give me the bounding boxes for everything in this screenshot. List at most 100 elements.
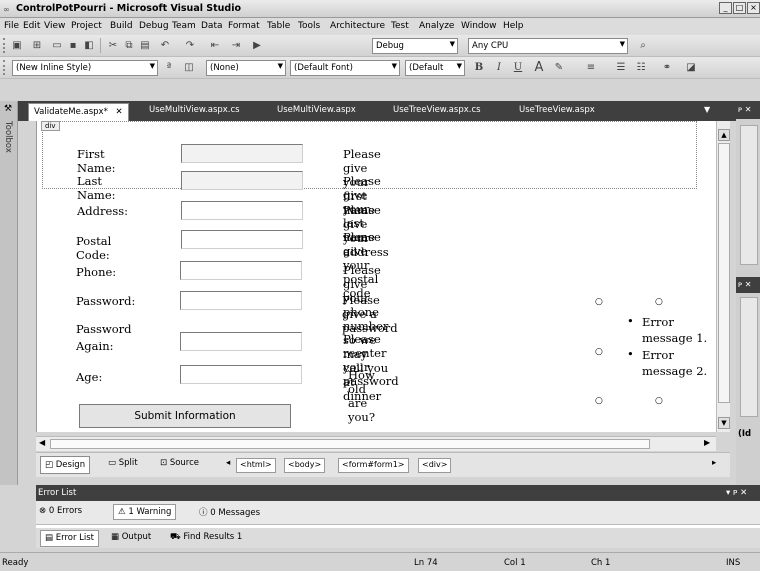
pin-icon[interactable]: ᴘ ✕ [736,277,760,293]
menu-analyze[interactable]: Analyze [419,21,454,31]
hyperlink-icon[interactable]: ⚭ [660,61,674,74]
menu-architecture[interactable]: Architecture [330,21,385,31]
phone-input[interactable] [180,261,302,280]
tab-usemultiview-aspx-cs[interactable]: UseMultiView.aspx.cs [149,105,240,115]
tab-validateme-aspx[interactable]: ValidateMe.aspx* ✕ [28,103,129,121]
last-name-input[interactable] [181,171,303,190]
style-select[interactable]: (New Inline Style) ▼ [12,60,158,76]
menu-project[interactable]: Project [71,21,102,31]
save-icon[interactable]: ▪ [66,39,80,52]
warnings-filter-button[interactable]: ⚠ 1 Warning [113,504,177,520]
address-input[interactable] [181,201,303,220]
tab-usemultiview-aspx[interactable]: UseMultiView.aspx [277,105,356,115]
menu-team[interactable]: Team [172,21,196,31]
scroll-up-icon[interactable]: ▲ [718,129,730,141]
menu-debug[interactable]: Debug [139,21,169,31]
add-item-icon[interactable]: ⊞ [30,39,44,52]
start-debugging-icon[interactable]: ▶ [250,39,264,52]
maximize-button[interactable]: □ [733,2,746,14]
solution-explorer-area[interactable] [740,125,758,265]
source-icon: ⊡ [160,458,168,468]
source-view-button[interactable]: ⊡ Source [160,458,199,468]
menu-test[interactable]: Test [391,21,409,31]
redo-icon[interactable]: ↷ [183,39,197,52]
breadcrumb-div[interactable]: <div> [418,458,452,473]
solution-config-select[interactable]: Debug ▼ [372,38,458,54]
style-manager-icon[interactable]: ◫ [182,61,196,74]
breadcrumb-back-icon[interactable]: ◂ [226,458,230,468]
new-project-icon[interactable]: ▣ [10,39,24,52]
menu-help[interactable]: Help [503,21,524,31]
breadcrumb-html[interactable]: <html> [236,458,276,473]
find-icon[interactable]: ⌕ [636,39,650,52]
apply-style-icon[interactable]: ª [162,61,176,74]
menu-file[interactable]: File [4,21,19,31]
properties-grid[interactable] [740,297,758,417]
numbering-icon[interactable]: ☷ [634,61,648,74]
save-all-icon[interactable]: ◧ [82,39,96,52]
toolbox-strip[interactable]: ⚒ Toolbox [0,101,18,485]
scroll-thumb[interactable] [718,143,730,403]
menu-edit[interactable]: Edit [23,21,40,31]
pin-icon[interactable]: ᴘ ✕ [736,101,760,119]
scroll-right-icon[interactable]: ▶ [704,438,710,447]
age-input[interactable] [180,365,302,384]
italic-icon[interactable]: I [492,61,506,74]
hscroll-thumb[interactable] [50,439,650,449]
open-file-icon[interactable]: ▭ [50,39,64,52]
breadcrumb-body[interactable]: <body> [284,458,326,473]
split-icon: ▭ [108,458,117,468]
submit-button[interactable]: Submit Information [79,404,291,428]
password-again-input[interactable] [180,332,302,351]
vertical-scrollbar[interactable]: ▲ ▼ [716,121,730,432]
menu-data[interactable]: Data [201,21,223,31]
bold-icon[interactable]: B [472,61,486,74]
errors-filter-button[interactable]: ⊗ 0 Errors [39,506,82,516]
copy-icon[interactable]: ⧉ [122,39,136,52]
scroll-down-icon[interactable]: ▼ [718,417,730,429]
menu-view[interactable]: View [44,21,65,31]
font-size-select[interactable]: (Default ▼ [405,60,465,76]
menu-format[interactable]: Format [228,21,260,31]
error-list-pin-icon[interactable]: ▾ ᴘ ✕ [726,488,747,498]
tab-usetreeview-aspx[interactable]: UseTreeView.aspx [519,105,595,115]
toolbar-grip[interactable] [3,38,6,53]
split-view-button[interactable]: ▭ Split [108,458,138,468]
minimize-button[interactable]: _ [719,2,732,14]
paste-icon[interactable]: ▤ [138,39,152,52]
breadcrumb-forward-icon[interactable]: ▸ [712,458,716,468]
solution-platform-select[interactable]: Any CPU ▼ [468,38,628,54]
navigate-forward-icon[interactable]: ⇥ [229,39,243,52]
postal-code-input[interactable] [181,230,303,249]
menu-tools[interactable]: Tools [298,21,320,31]
tab-output[interactable]: ▦ Output [111,532,151,542]
undo-icon[interactable]: ↶ [158,39,172,52]
font-color-icon[interactable]: A [532,61,546,74]
scroll-left-icon[interactable]: ◀ [39,438,45,447]
close-tab-icon[interactable]: ✕ [116,107,123,117]
menu-table[interactable]: Table [267,21,290,31]
messages-filter-button[interactable]: ⓘ 0 Messages [199,506,260,518]
breadcrumb-form[interactable]: <form#form1> [338,458,409,473]
close-button[interactable]: × [747,2,760,14]
highlight-icon[interactable]: ✎ [552,61,566,74]
tab-overflow-icon[interactable]: ▼ [704,105,710,114]
first-name-input[interactable] [181,144,303,163]
cut-icon[interactable]: ✂ [106,39,120,52]
toolbar-grip[interactable] [3,60,6,75]
justify-icon[interactable]: ≡ [584,61,598,74]
navigate-back-icon[interactable]: ⇤ [208,39,222,52]
block-format-select[interactable]: (None) ▼ [206,60,286,76]
horizontal-scrollbar[interactable]: ◀ ▶ [36,436,716,451]
tab-error-list[interactable]: ▤ Error List [40,530,100,547]
bullets-icon[interactable]: ☰ [614,61,628,74]
password-input[interactable] [180,291,302,310]
design-view-button[interactable]: ◰ Design [40,456,91,474]
tab-find-results[interactable]: ⛟ Find Results 1 [170,532,242,543]
menu-window[interactable]: Window [461,21,497,31]
font-name-select[interactable]: (Default Font) ▼ [290,60,400,76]
more-options-icon[interactable]: ◪ [684,61,698,74]
menu-build[interactable]: Build [110,21,133,31]
underline-icon[interactable]: U [511,61,525,74]
tab-usetreeview-aspx-cs[interactable]: UseTreeView.aspx.cs [393,105,481,115]
